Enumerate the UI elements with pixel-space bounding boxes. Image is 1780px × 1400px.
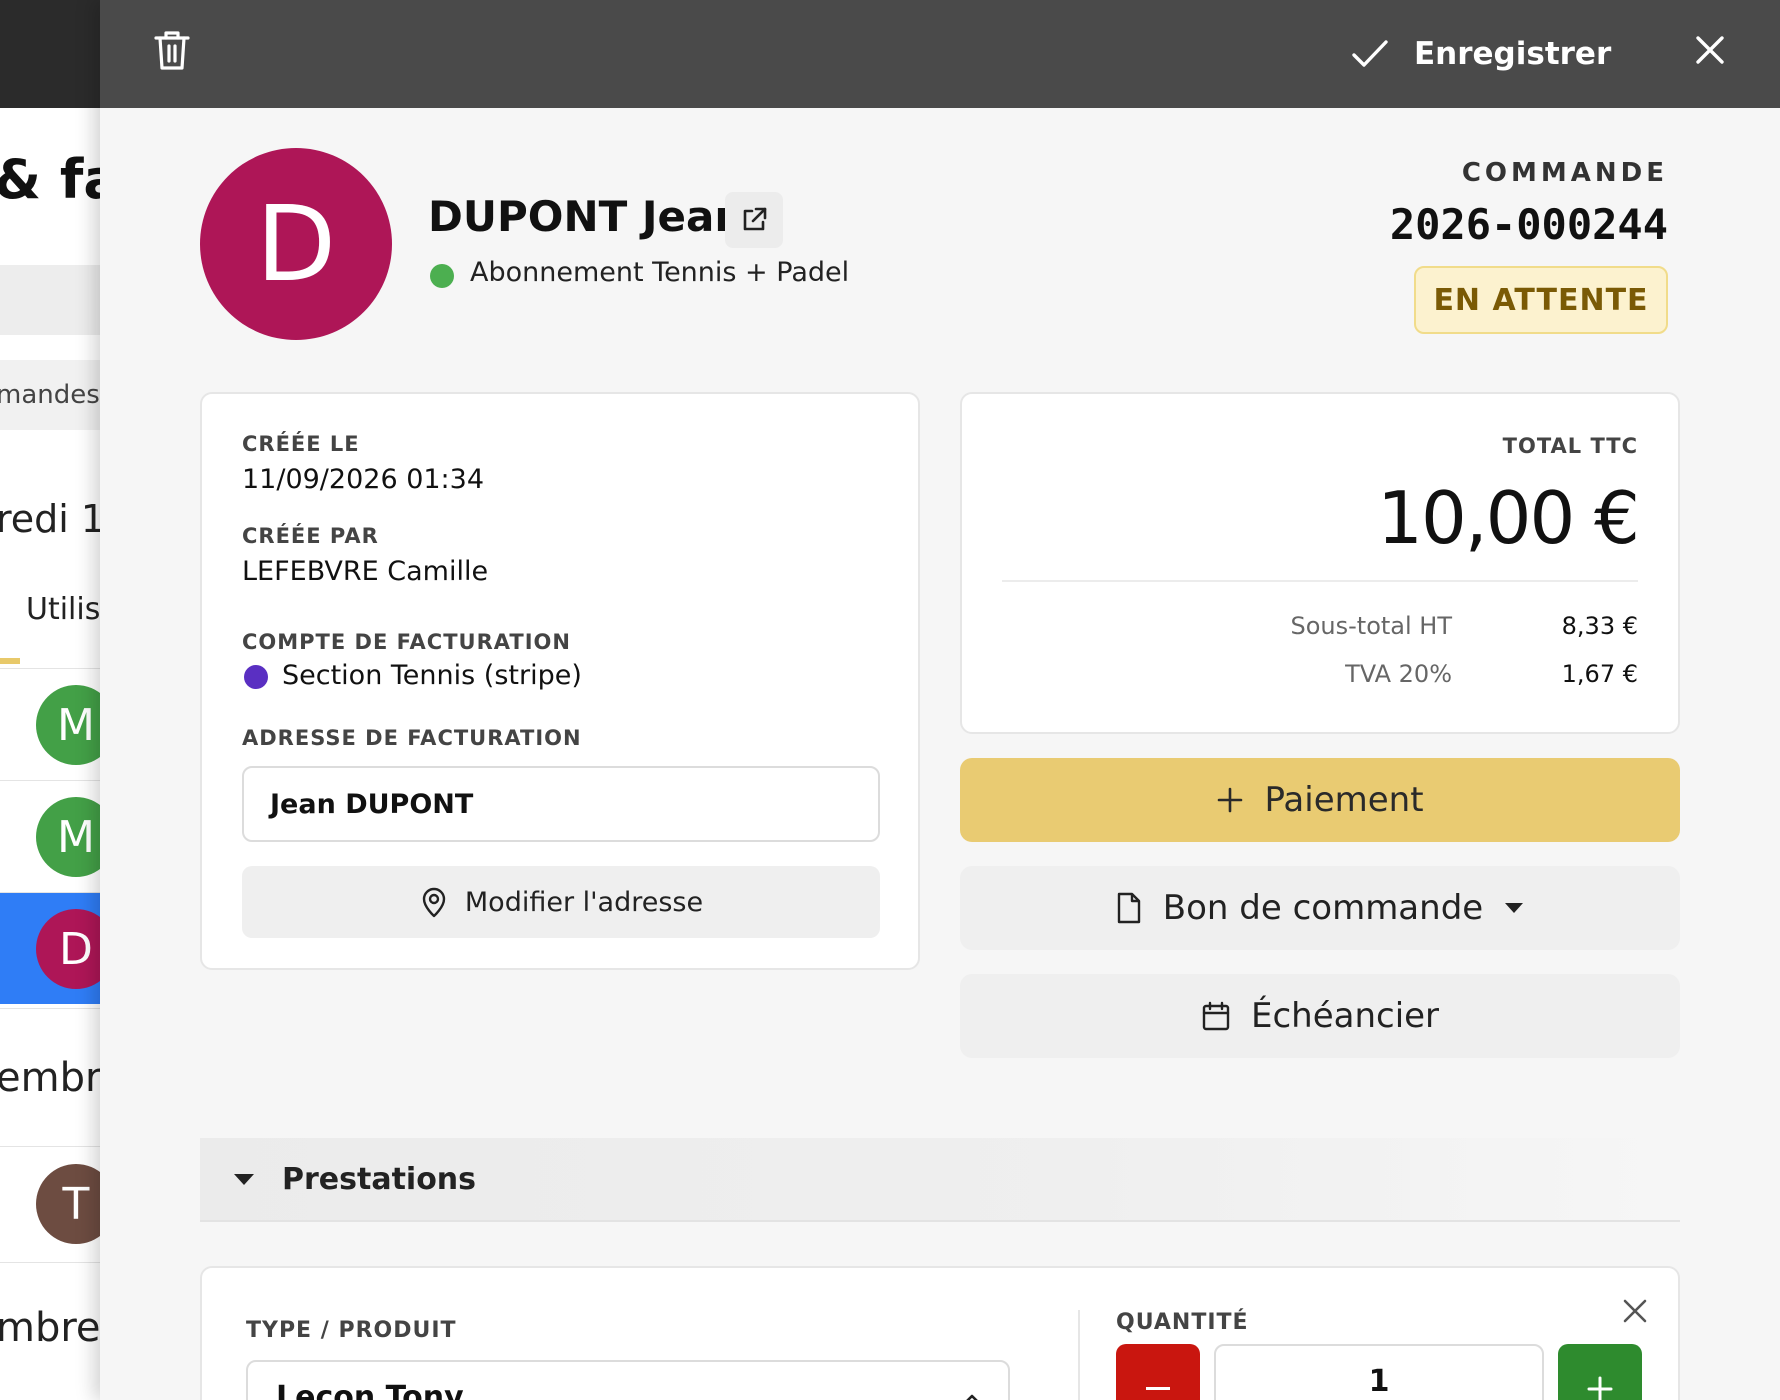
add-payment-button[interactable]: Paiement xyxy=(960,758,1680,842)
created-by-label: CRÉÉE PAR xyxy=(242,524,379,548)
billing-account-label: COMPTE DE FACTURATION xyxy=(242,630,571,654)
background-list-row[interactable]: M xyxy=(0,668,100,780)
totals-card: TOTAL TTC 10,00 € Sous-total HT 8,33 € T… xyxy=(960,392,1680,734)
background-page: & fac mandes redi 11 Utilisa M M D embre… xyxy=(0,0,100,1400)
background-date-heading: embre xyxy=(0,1055,100,1101)
product-select-value: Leçon Tony xyxy=(276,1380,464,1400)
calendar-icon xyxy=(1202,1001,1230,1031)
plus-icon xyxy=(1218,787,1243,813)
check-icon xyxy=(1352,40,1388,67)
schedule-button[interactable]: Échéancier xyxy=(960,974,1680,1058)
billing-address-field[interactable]: Jean DUPONT xyxy=(242,766,880,842)
billing-account-dot xyxy=(244,665,268,689)
background-list-row[interactable]: T xyxy=(0,1146,100,1258)
quantity-decrement-button[interactable] xyxy=(1116,1344,1200,1400)
background-tab-label[interactable]: mandes xyxy=(0,380,100,410)
total-ttc-label: TOTAL TTC xyxy=(1502,434,1638,458)
background-list-row-selected[interactable]: D xyxy=(0,892,100,1004)
product-select[interactable]: Leçon Tony xyxy=(246,1360,1010,1400)
quantity-label: QUANTITÉ xyxy=(1116,1310,1249,1335)
prestations-section-header[interactable]: Prestations xyxy=(200,1138,1680,1222)
background-subtab[interactable]: Utilisa xyxy=(26,592,100,627)
chevron-up-icon xyxy=(966,1394,978,1400)
subtotal-label: Sous-total HT xyxy=(1290,612,1452,640)
close-icon[interactable] xyxy=(1690,30,1730,70)
external-link-icon[interactable] xyxy=(725,192,783,248)
background-date-heading: mbre 20 xyxy=(0,1305,100,1351)
created-at-label: CRÉÉE LE xyxy=(242,432,360,456)
payment-button-label: Paiement xyxy=(1264,780,1424,820)
created-at-value: 11/09/2026 01:34 xyxy=(242,464,485,495)
document-icon xyxy=(1117,892,1140,924)
customer-name: DUPONT Jean xyxy=(428,192,745,241)
total-ttc-value: 10,00 € xyxy=(1377,476,1640,560)
vat-value: 1,67 € xyxy=(1561,660,1638,688)
divider xyxy=(1078,1310,1080,1400)
purchase-order-button[interactable]: Bon de commande xyxy=(960,866,1680,950)
remove-item-icon[interactable] xyxy=(1620,1296,1650,1326)
divider xyxy=(1002,580,1638,582)
billing-address-label: ADRESSE DE FACTURATION xyxy=(242,726,582,750)
order-number: 2026-000244 xyxy=(1389,200,1668,249)
order-drawer: Enregistrer D DUPONT Jean Abonnement Ten… xyxy=(100,0,1780,1400)
edit-address-label: Modifier l'adresse xyxy=(464,886,704,918)
quantity-increment-button[interactable] xyxy=(1558,1344,1642,1400)
background-page-title: & fac xyxy=(0,148,100,211)
prestations-title: Prestations xyxy=(282,1161,477,1197)
product-label: TYPE / PRODUIT xyxy=(246,1318,457,1343)
customer-subscription: Abonnement Tennis + Padel xyxy=(470,257,850,288)
plus-icon xyxy=(1587,1376,1613,1400)
background-search-bar[interactable] xyxy=(0,265,100,335)
customer-avatar: D xyxy=(200,148,392,340)
quantity-input[interactable]: 1 xyxy=(1214,1344,1544,1400)
divider xyxy=(0,1008,100,1009)
minus-icon xyxy=(1146,1387,1170,1390)
purchase-order-label: Bon de commande xyxy=(1162,888,1484,928)
map-pin-icon xyxy=(422,887,446,918)
order-info-card: CRÉÉE LE 11/09/2026 01:34 CRÉÉE PAR LEFE… xyxy=(200,392,920,970)
status-badge: EN ATTENTE xyxy=(1414,266,1668,334)
caret-down-icon xyxy=(234,1174,254,1185)
edit-address-button[interactable]: Modifier l'adresse xyxy=(242,866,880,938)
drawer-toolbar: Enregistrer xyxy=(100,0,1780,108)
divider xyxy=(0,1262,100,1263)
background-list-row[interactable]: M xyxy=(0,780,100,892)
avatar: M xyxy=(36,685,100,765)
order-label: COMMANDE xyxy=(1461,158,1668,188)
subtotal-value: 8,33 € xyxy=(1561,612,1638,640)
trash-icon[interactable] xyxy=(152,28,192,72)
background-date-heading: redi 11 xyxy=(0,497,100,541)
caret-down-icon xyxy=(1505,903,1524,913)
save-button-label: Enregistrer xyxy=(1414,36,1612,72)
save-button[interactable]: Enregistrer xyxy=(1350,26,1611,82)
vat-label: TVA 20% xyxy=(1345,660,1452,688)
avatar: D xyxy=(36,909,100,989)
avatar: T xyxy=(36,1164,100,1244)
prestation-item-card: TYPE / PRODUIT Leçon Tony QUANTITÉ 1 xyxy=(200,1266,1680,1400)
schedule-label: Échéancier xyxy=(1250,996,1440,1036)
subscription-status-dot xyxy=(430,264,454,288)
avatar: M xyxy=(36,797,100,877)
background-subtab-indicator xyxy=(0,658,20,664)
created-by-value: LEFEBVRE Camille xyxy=(242,556,489,587)
background-header xyxy=(0,0,100,108)
billing-account-value: Section Tennis (stripe) xyxy=(282,660,582,691)
